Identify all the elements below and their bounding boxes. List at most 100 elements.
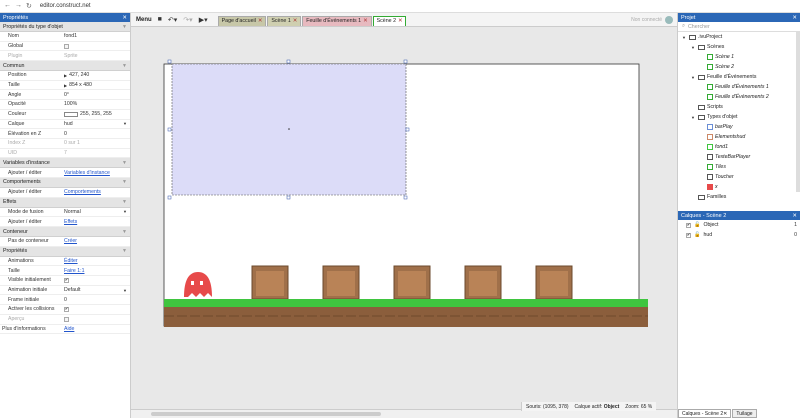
property-row[interactable]: Global — [0, 42, 130, 52]
checkbox[interactable] — [64, 316, 69, 322]
property-category[interactable]: Commun ▼ — [0, 61, 130, 72]
property-row[interactable]: Plus d'informations Aide — [0, 325, 130, 335]
property-row[interactable]: Nom fond1 — [0, 32, 130, 42]
property-row[interactable]: Ajouter / éditer Comportements — [0, 188, 130, 198]
checkbox[interactable]: ✔ — [64, 306, 69, 312]
value-link[interactable]: Aide — [64, 326, 74, 332]
play-icon[interactable]: ▶▾ — [199, 16, 208, 24]
dropdown-arrow-icon[interactable]: ▼ — [123, 121, 127, 126]
tree-item[interactable]: ▼ .ivuProject — [678, 32, 800, 42]
dropdown-arrow-icon[interactable]: ▼ — [123, 288, 127, 293]
property-category[interactable]: Propriétés ▼ — [0, 246, 130, 257]
property-row[interactable]: Taille Faire 1:1 — [0, 266, 130, 277]
expand-down-icon[interactable]: ▼ — [682, 35, 687, 40]
chevron-down-icon[interactable]: ▼ — [122, 248, 127, 254]
checkbox[interactable]: ✔ — [64, 277, 69, 283]
property-value[interactable]: 0 sur 1 — [64, 140, 130, 146]
bottom-tab[interactable]: Calques - Scène 2 ✕ — [678, 409, 732, 418]
tree-item[interactable]: fond1 — [678, 142, 800, 152]
document-tab[interactable]: Feuille d'Événements 1 ✕ — [302, 15, 372, 26]
tree-item[interactable]: TexteBarPlayer — [678, 152, 800, 162]
property-row[interactable]: Taille ▶ 854 x 480 — [0, 81, 130, 91]
menu-button[interactable]: Menu — [136, 17, 152, 23]
value-text[interactable]: 255, 255, 255 — [80, 111, 112, 117]
value-link[interactable]: Créer — [64, 238, 77, 244]
scroll-thumb[interactable] — [151, 412, 381, 416]
property-value[interactable]: Éditer — [64, 258, 130, 264]
expand-down-icon[interactable]: ▼ — [691, 115, 696, 120]
property-row[interactable]: UID 7 — [0, 149, 130, 159]
property-row[interactable]: Index Z 0 sur 1 — [0, 139, 130, 149]
property-value[interactable]: Variables d'instance — [64, 170, 130, 176]
dropdown-arrow-icon[interactable]: ▼ — [123, 209, 127, 214]
close-icon[interactable]: ✕ — [792, 15, 797, 21]
value-text[interactable]: 0 — [64, 297, 67, 303]
value-link[interactable]: Effets — [64, 219, 77, 225]
redo-icon[interactable]: ↷▾ — [183, 16, 192, 24]
expand-down-icon[interactable]: ▼ — [691, 45, 696, 50]
property-category[interactable]: Effets ▼ — [0, 197, 130, 208]
tree-item[interactable]: Familles — [678, 192, 800, 202]
property-value[interactable]: Normal ▼ — [64, 209, 130, 215]
property-value[interactable]: ✔ — [64, 277, 130, 283]
address-bar[interactable]: editor.construct.net — [40, 3, 91, 9]
property-value[interactable]: Effets — [64, 219, 130, 225]
close-icon[interactable]: ✕ — [723, 411, 727, 417]
project-search[interactable]: ⌕ Chercher — [678, 22, 800, 32]
tree-item[interactable]: Scripts — [678, 102, 800, 112]
value-text[interactable]: 427, 240 — [69, 72, 89, 78]
value-link[interactable]: Faire 1:1 — [64, 268, 84, 274]
close-icon[interactable]: ✕ — [258, 18, 262, 24]
property-value[interactable]: 7 — [64, 150, 130, 156]
property-row[interactable]: Animation initiale Default ▼ — [0, 286, 130, 296]
document-tab[interactable]: Scène 1 ✕ — [267, 15, 302, 26]
value-text[interactable]: 0 — [64, 131, 67, 137]
checkbox[interactable] — [64, 43, 69, 49]
tree-item[interactable]: ▼ Types d'objet — [678, 112, 800, 122]
value-text[interactable]: Normal — [64, 209, 81, 215]
property-value[interactable]: Sprite — [64, 53, 130, 59]
tree-item[interactable]: Scène 2 — [678, 62, 800, 72]
property-value[interactable]: 0 — [64, 297, 130, 303]
property-category[interactable]: Variables d'instance ▼ — [0, 158, 130, 169]
property-value[interactable] — [64, 316, 130, 322]
tree-item[interactable]: Feuille d'Événements 1 — [678, 82, 800, 92]
property-value[interactable] — [64, 43, 130, 49]
property-row[interactable]: Mode de fusion Normal ▼ — [0, 208, 130, 218]
property-row[interactable]: Animations Éditer — [0, 257, 130, 267]
close-icon[interactable]: ✕ — [398, 18, 402, 24]
forward-arrow-icon[interactable]: → — [15, 2, 22, 10]
property-row[interactable]: Élévation en Z 0 — [0, 129, 130, 139]
property-row[interactable]: Visible initialement ✔ — [0, 276, 130, 286]
property-value[interactable]: hud ▼ — [64, 121, 130, 127]
value-link[interactable]: Comportements — [64, 189, 101, 195]
chevron-down-icon[interactable]: ▼ — [122, 179, 127, 185]
property-category[interactable]: Comportements ▼ — [0, 177, 130, 188]
expand-down-icon[interactable]: ▼ — [691, 75, 696, 80]
property-row[interactable]: Aperçu — [0, 315, 130, 325]
chevron-down-icon[interactable]: ▼ — [122, 160, 127, 166]
signin-status[interactable]: Non connecté — [631, 15, 677, 24]
tree-item[interactable]: Scène 1 — [678, 52, 800, 62]
property-row[interactable]: Opacité 100% — [0, 100, 130, 110]
property-value[interactable]: 100% — [64, 101, 130, 107]
tree-item[interactable]: barPlay — [678, 122, 800, 132]
layout-canvas[interactable] — [131, 27, 677, 409]
visible-checkbox[interactable]: ✔ — [686, 222, 691, 228]
property-row[interactable]: Plugin Sprite — [0, 51, 130, 62]
property-value[interactable]: 255, 255, 255 — [64, 111, 130, 117]
layer-row[interactable]: ✔ 🔓 hud 0 — [678, 230, 800, 240]
property-row[interactable]: Activer les collisions ✔ — [0, 305, 130, 315]
property-category[interactable]: Conteneur ▼ — [0, 227, 130, 237]
lock-icon[interactable]: 🔓 — [694, 232, 700, 238]
close-icon[interactable]: ✕ — [122, 15, 127, 21]
property-value[interactable]: ✔ — [64, 306, 130, 312]
layout-view[interactable] — [131, 27, 677, 409]
property-value[interactable]: Default ▼ — [64, 287, 130, 293]
property-value[interactable]: Faire 1:1 — [64, 268, 130, 274]
undo-icon[interactable]: ↶▾ — [168, 16, 177, 24]
property-row[interactable]: Pas de conteneur Créer — [0, 237, 130, 247]
lock-icon[interactable]: 🔓 — [694, 222, 700, 228]
property-value[interactable]: 0 — [64, 131, 130, 137]
document-tab[interactable]: Page d'accueil ✕ — [217, 15, 267, 26]
